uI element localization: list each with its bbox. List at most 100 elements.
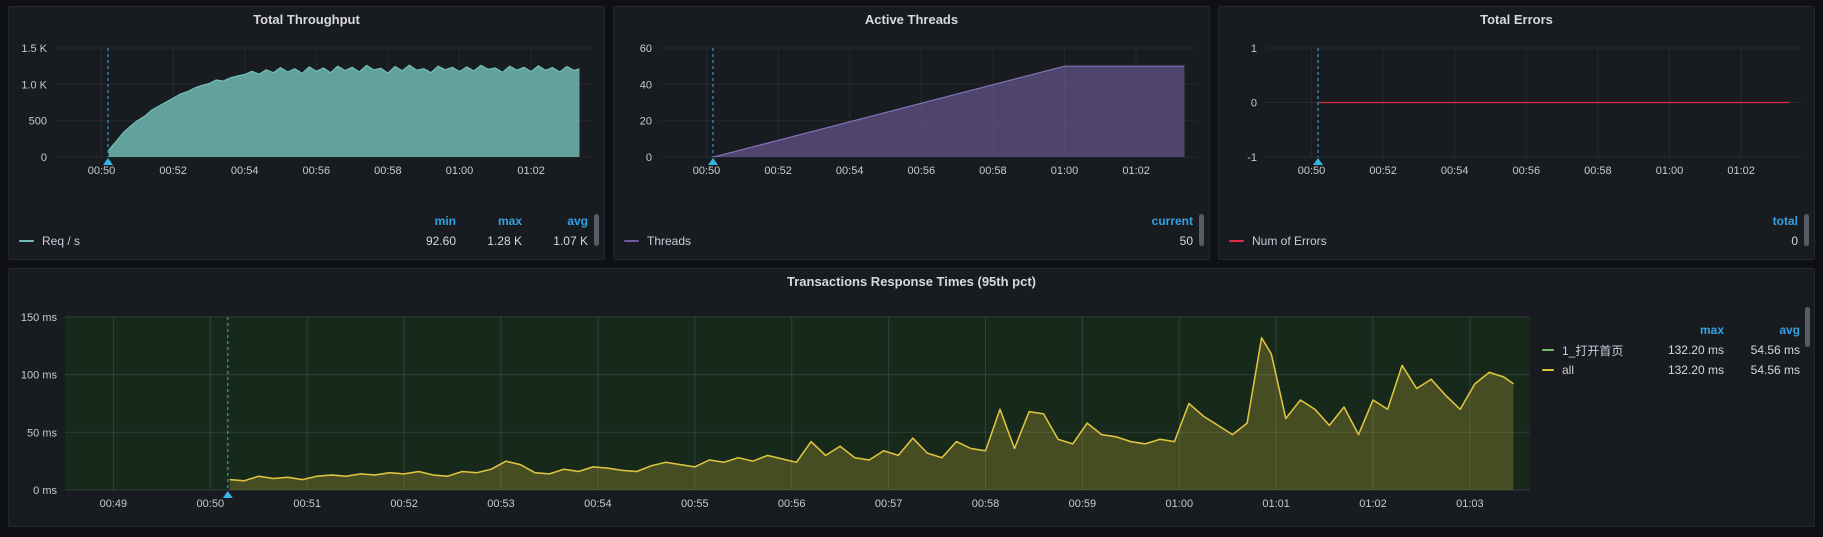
- series-color-dash: [1229, 240, 1244, 242]
- active-threads-chart[interactable]: 00:50 00:52 00:54 00:56 00:58 01:00 01:02 0 20 40…: [614, 33, 1209, 211]
- legend-series-label[interactable]: all: [1562, 363, 1648, 377]
- series-color-dash: [19, 240, 34, 242]
- svg-text:40: 40: [640, 79, 652, 91]
- legend-value-max: 132.20 ms: [1648, 343, 1724, 357]
- panel-title[interactable]: Total Throughput: [9, 7, 604, 33]
- panel-total-throughput: Total Throughput 00:5000:5200:5400:5600:…: [8, 6, 605, 260]
- legend: max avg 1_打开首页 132.20 ms 54.56 ms all 13…: [1536, 295, 1814, 380]
- legend-col-avg[interactable]: avg: [1724, 323, 1800, 337]
- svg-text:00:57: 00:57: [875, 498, 903, 510]
- svg-text:01:00: 01:00: [1656, 165, 1684, 177]
- svg-text:500: 500: [29, 116, 47, 128]
- legend-value-total: 0: [1732, 234, 1798, 248]
- svg-text:01:00: 01:00: [446, 165, 474, 177]
- legend-series-row: 1_打开首页 132.20 ms 54.56 ms: [1542, 340, 1800, 360]
- svg-text:01:02: 01:02: [1359, 498, 1387, 510]
- panel-transactions-response-times: Transactions Response Times (95th pct) 0…: [8, 268, 1815, 527]
- legend-series-row: all 132.20 ms 54.56 ms: [1542, 360, 1800, 380]
- legend-col-current[interactable]: current: [1127, 214, 1193, 228]
- svg-text:00:58: 00:58: [972, 498, 1000, 510]
- legend: total Num of Errors 0: [1219, 211, 1814, 251]
- svg-text:0: 0: [41, 152, 47, 164]
- svg-text:00:50: 00:50: [88, 165, 116, 177]
- svg-text:0: 0: [646, 152, 652, 164]
- svg-text:00:52: 00:52: [1369, 165, 1397, 177]
- panel-active-threads: Active Threads 00:50 00:52 00:54 00:56 00:58…: [613, 6, 1210, 260]
- svg-text:00:52: 00:52: [390, 498, 418, 510]
- svg-text:01:02: 01:02: [517, 165, 545, 177]
- svg-text:1.5 K: 1.5 K: [21, 43, 47, 55]
- legend-header-row: current: [624, 211, 1193, 231]
- total-errors-chart[interactable]: 00:5000:5200:5400:5600:5801:0001:02-101: [1219, 33, 1814, 211]
- svg-text:00:52: 00:52: [764, 165, 792, 177]
- legend-series-label[interactable]: 1_打开首页: [1562, 342, 1648, 359]
- svg-text:00:54: 00:54: [584, 498, 612, 510]
- legend-col-avg[interactable]: avg: [522, 214, 588, 228]
- legend-scrollbar[interactable]: [1199, 214, 1204, 246]
- legend-value-avg: 54.56 ms: [1724, 363, 1800, 377]
- svg-text:00:54: 00:54: [1441, 165, 1469, 177]
- chart-and-legend: 00:4900:5000:5100:5200:5300:5400:5500:56…: [9, 295, 1814, 520]
- svg-text:00:50: 00:50: [693, 165, 721, 177]
- svg-text:20: 20: [640, 116, 652, 128]
- legend-header-row: total: [1229, 211, 1798, 231]
- panel-title[interactable]: Active Threads: [614, 7, 1209, 33]
- legend-series-label[interactable]: Threads: [647, 234, 1127, 248]
- series-color-dash: [1542, 349, 1554, 351]
- svg-text:00:59: 00:59: [1069, 498, 1097, 510]
- legend-col-min[interactable]: min: [390, 214, 456, 228]
- svg-text:00:54: 00:54: [231, 165, 259, 177]
- series-color-dash: [624, 240, 639, 242]
- legend-col-max[interactable]: max: [1648, 323, 1724, 337]
- panel-title[interactable]: Total Errors: [1219, 7, 1814, 33]
- svg-text:01:00: 01:00: [1166, 498, 1194, 510]
- svg-text:00:56: 00:56: [778, 498, 806, 510]
- response-times-chart[interactable]: 00:4900:5000:5100:5200:5300:5400:5500:56…: [9, 295, 1536, 520]
- svg-text:00:56: 00:56: [303, 165, 331, 177]
- svg-text:00:55: 00:55: [681, 498, 709, 510]
- svg-text:00:49: 00:49: [100, 498, 128, 510]
- panel-title[interactable]: Transactions Response Times (95th pct): [9, 269, 1814, 295]
- svg-text:-1: -1: [1247, 152, 1257, 164]
- legend-header-row: max avg: [1542, 320, 1800, 340]
- svg-text:01:01: 01:01: [1262, 498, 1290, 510]
- legend-series-row: Req / s 92.60 1.28 K 1.07 K: [19, 231, 588, 251]
- legend-col-total[interactable]: total: [1732, 214, 1798, 228]
- svg-text:00:58: 00:58: [374, 165, 402, 177]
- svg-text:00:54: 00:54: [836, 165, 864, 177]
- svg-text:00:56: 00:56: [1513, 165, 1541, 177]
- panel-total-errors: Total Errors 00:5000:5200:5400:5600:5801…: [1218, 6, 1815, 260]
- legend-series-row: Threads 50: [624, 231, 1193, 251]
- legend-value-min: 92.60: [390, 234, 456, 248]
- svg-text:1.0 K: 1.0 K: [21, 79, 47, 91]
- svg-text:01:00: 01:00: [1051, 165, 1079, 177]
- svg-text:00:51: 00:51: [293, 498, 321, 510]
- legend-series-label[interactable]: Req / s: [42, 234, 390, 248]
- svg-text:01:02: 01:02: [1122, 165, 1150, 177]
- svg-text:00:50: 00:50: [1298, 165, 1326, 177]
- legend-value-avg: 1.07 K: [522, 234, 588, 248]
- legend: current Threads 50: [614, 211, 1209, 251]
- legend-col-max[interactable]: max: [456, 214, 522, 228]
- svg-text:00:58: 00:58: [979, 165, 1007, 177]
- legend-series-label[interactable]: Num of Errors: [1252, 234, 1732, 248]
- svg-text:0: 0: [1251, 98, 1257, 110]
- svg-text:00:52: 00:52: [159, 165, 187, 177]
- svg-text:00:53: 00:53: [487, 498, 515, 510]
- legend-value-max: 1.28 K: [456, 234, 522, 248]
- svg-text:100 ms: 100 ms: [21, 370, 58, 382]
- svg-text:01:03: 01:03: [1456, 498, 1484, 510]
- legend-scrollbar[interactable]: [1805, 307, 1810, 347]
- legend-scrollbar[interactable]: [1804, 214, 1809, 246]
- legend-scrollbar[interactable]: [594, 214, 599, 246]
- svg-text:60: 60: [640, 43, 652, 55]
- legend-value-max: 132.20 ms: [1648, 363, 1724, 377]
- dashboard-top-row: Total Throughput 00:5000:5200:5400:5600:…: [8, 6, 1815, 260]
- svg-text:00:56: 00:56: [908, 165, 936, 177]
- svg-text:1: 1: [1251, 43, 1257, 55]
- legend: min max avg Req / s 92.60 1.28 K 1.07 K: [9, 211, 604, 251]
- svg-text:00:58: 00:58: [1584, 165, 1612, 177]
- svg-text:150 ms: 150 ms: [21, 312, 58, 324]
- total-throughput-chart[interactable]: 00:50 00:52 00:54 00:56 00:58 01:00 01:02 0 500 1…: [9, 33, 604, 211]
- svg-text:0 ms: 0 ms: [33, 485, 57, 497]
